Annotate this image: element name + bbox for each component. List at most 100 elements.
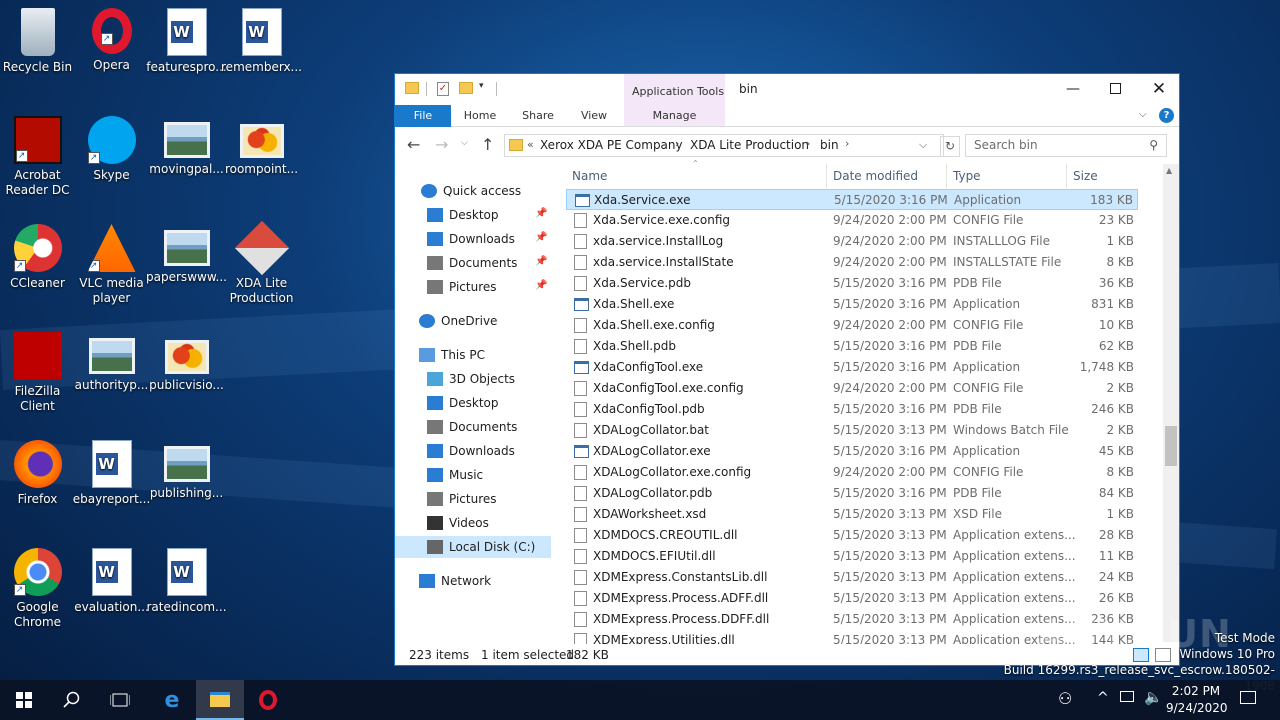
desktop-icon[interactable]: evaluation... [74, 542, 149, 642]
scroll-up-icon[interactable]: ▲ [1166, 166, 1172, 175]
desktop-icon[interactable]: XDA Lite Production [224, 218, 299, 318]
file-row[interactable]: XDAWorksheet.xsd 5/15/2020 3:13 PM XSD Fil… [566, 504, 1138, 525]
desktop-icon[interactable]: ↗ Google Chrome [0, 542, 75, 642]
maximize-icon[interactable] [1093, 77, 1139, 101]
breadcrumb-prefix[interactable]: « [527, 138, 534, 151]
nav-pc-item[interactable]: 3D Objects [427, 368, 515, 390]
nav-pc-item[interactable]: Local Disk (C:) [395, 536, 551, 558]
nav-pc-item[interactable]: Documents [427, 416, 517, 438]
nav-quick-documents[interactable]: Documents [427, 252, 517, 274]
help-icon[interactable]: ? [1159, 108, 1174, 123]
desktop-icon[interactable]: featurespro... [146, 2, 227, 102]
volume-icon[interactable]: 🔈 [1144, 688, 1163, 706]
desktop-icon[interactable]: Recycle Bin [0, 2, 75, 102]
search-box[interactable]: Search bin ⚲ [965, 134, 1167, 157]
tab-share[interactable]: Share [513, 105, 563, 127]
file-explorer-window[interactable]: ✓ ▾ Application Tools bin — ✕ File Home … [394, 73, 1180, 666]
desktop-icon[interactable]: ↗ Skype [74, 110, 149, 210]
file-row[interactable]: XDALogCollator.exe 5/15/2020 3:16 PM Appli… [566, 441, 1138, 462]
file-row[interactable]: Xda.Service.pdb 5/15/2020 3:16 PM PDB File… [566, 273, 1138, 294]
breadcrumb-part[interactable]: XDA Lite Production [690, 138, 809, 152]
file-row[interactable]: Xda.Shell.exe 5/15/2020 3:16 PM Applicatio… [566, 294, 1138, 315]
nav-pc-item[interactable]: Videos [427, 512, 489, 534]
refresh-icon[interactable]: ↻ [940, 136, 960, 157]
edge-taskbar-button[interactable]: e [148, 680, 196, 720]
title-bar[interactable]: ✓ ▾ Application Tools bin — ✕ [395, 74, 1179, 127]
tab-file[interactable]: File [395, 105, 451, 127]
desktop-icon[interactable]: paperswww... [146, 218, 227, 318]
desktop-icon[interactable]: authorityp... [74, 326, 149, 426]
tab-manage[interactable]: Manage [624, 105, 725, 127]
file-row[interactable]: Xda.Shell.exe.config 9/24/2020 2:00 PM CON… [566, 315, 1138, 336]
nav-pc-item[interactable]: Downloads [427, 440, 515, 462]
up-arrow-icon[interactable]: ↑ [481, 135, 494, 154]
tab-view[interactable]: View [569, 105, 619, 127]
breadcrumb-part[interactable]: Xerox XDA PE Company [540, 138, 683, 152]
show-hidden-icons-icon[interactable]: ^ [1097, 690, 1109, 706]
file-row[interactable]: XDMExpress.ConstantsLib.dll 5/15/2020 3:1… [566, 567, 1138, 588]
file-row[interactable]: XDMDOCS.EFIUtil.dll 5/15/2020 3:13 PM Appl… [566, 546, 1138, 567]
recent-locations-icon[interactable]: ⌵ [461, 138, 468, 148]
vertical-scrollbar[interactable]: ▲ [1163, 164, 1179, 642]
forward-arrow-icon[interactable]: → [435, 135, 448, 154]
file-row[interactable]: Xda.Service.exe 5/15/2020 3:16 PM Applicat… [566, 189, 1138, 210]
nav-quick-access[interactable]: Quick access [421, 180, 521, 202]
address-dropdown-icon[interactable]: ⌵ [919, 138, 927, 152]
minimize-icon[interactable]: — [1053, 77, 1093, 101]
column-header-size[interactable]: Size [1067, 164, 1138, 188]
desktop-icon[interactable]: roompoint... [224, 110, 299, 210]
clock[interactable]: 2:02 PM 9/24/2020 [1166, 683, 1228, 717]
file-row[interactable]: XDALogCollator.bat 5/15/2020 3:13 PM Windo… [566, 420, 1138, 441]
file-row[interactable]: Xda.Shell.pdb 5/15/2020 3:16 PM PDB File 62… [566, 336, 1138, 357]
close-icon[interactable]: ✕ [1139, 77, 1179, 101]
desktop-icon[interactable]: FileZilla Client [0, 326, 75, 426]
address-bar[interactable]: « Xerox XDA PE Company › XDA Lite Produc… [504, 134, 944, 157]
opera-taskbar-button[interactable] [244, 680, 292, 720]
desktop-icon[interactable]: rememberx... [221, 2, 302, 102]
desktop-icon[interactable]: publicvisio... [149, 326, 224, 426]
properties-icon[interactable]: ✓ [437, 82, 449, 96]
desktop-icon[interactable]: movingpal... [149, 110, 224, 210]
column-header-type[interactable]: Type [947, 164, 1067, 188]
network-icon[interactable] [1120, 691, 1134, 702]
file-row[interactable]: XdaConfigTool.exe 5/15/2020 3:16 PM Applic… [566, 357, 1138, 378]
new-folder-icon[interactable] [459, 82, 473, 94]
nav-quick-pictures[interactable]: Pictures [427, 276, 497, 298]
file-row[interactable]: Xda.Service.exe.config 9/24/2020 2:00 PM C… [566, 210, 1138, 231]
file-row[interactable]: XDALogCollator.exe.config 9/24/2020 2:00 … [566, 462, 1138, 483]
file-explorer-taskbar-button[interactable] [196, 680, 244, 720]
desktop-icon[interactable]: publishing... [149, 434, 224, 534]
nav-pc-item[interactable]: Desktop [427, 392, 499, 414]
nav-this-pc[interactable]: This PC [419, 344, 485, 366]
column-header-name[interactable]: Name [566, 164, 827, 188]
start-button[interactable] [0, 680, 48, 720]
desktop-icon[interactable]: Firefox [0, 434, 75, 534]
nav-network[interactable]: Network [419, 570, 491, 592]
file-row[interactable]: XdaConfigTool.exe.config 9/24/2020 2:00 P… [566, 378, 1138, 399]
people-icon[interactable]: ⚇ [1058, 689, 1072, 708]
search-button[interactable] [48, 680, 96, 720]
action-center-icon[interactable] [1240, 691, 1256, 704]
tab-home[interactable]: Home [455, 105, 505, 127]
desktop-icon[interactable]: ratedincom... [147, 542, 227, 642]
back-arrow-icon[interactable]: ← [407, 135, 420, 154]
nav-quick-downloads[interactable]: Downloads [427, 228, 515, 250]
file-row[interactable]: XdaConfigTool.pdb 5/15/2020 3:16 PM PDB Fi… [566, 399, 1138, 420]
desktop-icon[interactable]: ↗ Acrobat Reader DC [0, 110, 75, 210]
nav-quick-desktop[interactable]: Desktop [427, 204, 499, 226]
file-row[interactable]: XDALogCollator.pdb 5/15/2020 3:16 PM PDB F… [566, 483, 1138, 504]
desktop-icon[interactable]: ↗ Opera [74, 2, 149, 102]
nav-pc-item[interactable]: Pictures [427, 488, 497, 510]
column-header-date[interactable]: Date modified [827, 164, 947, 188]
file-row[interactable]: XDMExpress.Process.ADFF.dll 5/15/2020 3:1… [566, 588, 1138, 609]
file-row[interactable]: xda.service.InstallLog 9/24/2020 2:00 PM I… [566, 231, 1138, 252]
desktop-icon[interactable]: ebayreport... [73, 434, 150, 534]
scrollbar-thumb[interactable] [1165, 426, 1177, 466]
desktop-icon[interactable]: ↗ CCleaner [0, 218, 75, 318]
chevron-down-icon[interactable]: ▾ [479, 81, 484, 91]
breadcrumb-part[interactable]: bin [820, 138, 839, 152]
file-row[interactable]: xda.service.InstallState 9/24/2020 2:00 P… [566, 252, 1138, 273]
expand-ribbon-icon[interactable]: ⌵ [1139, 109, 1147, 120]
nav-onedrive[interactable]: OneDrive [419, 310, 497, 332]
nav-pc-item[interactable]: Music [427, 464, 483, 486]
